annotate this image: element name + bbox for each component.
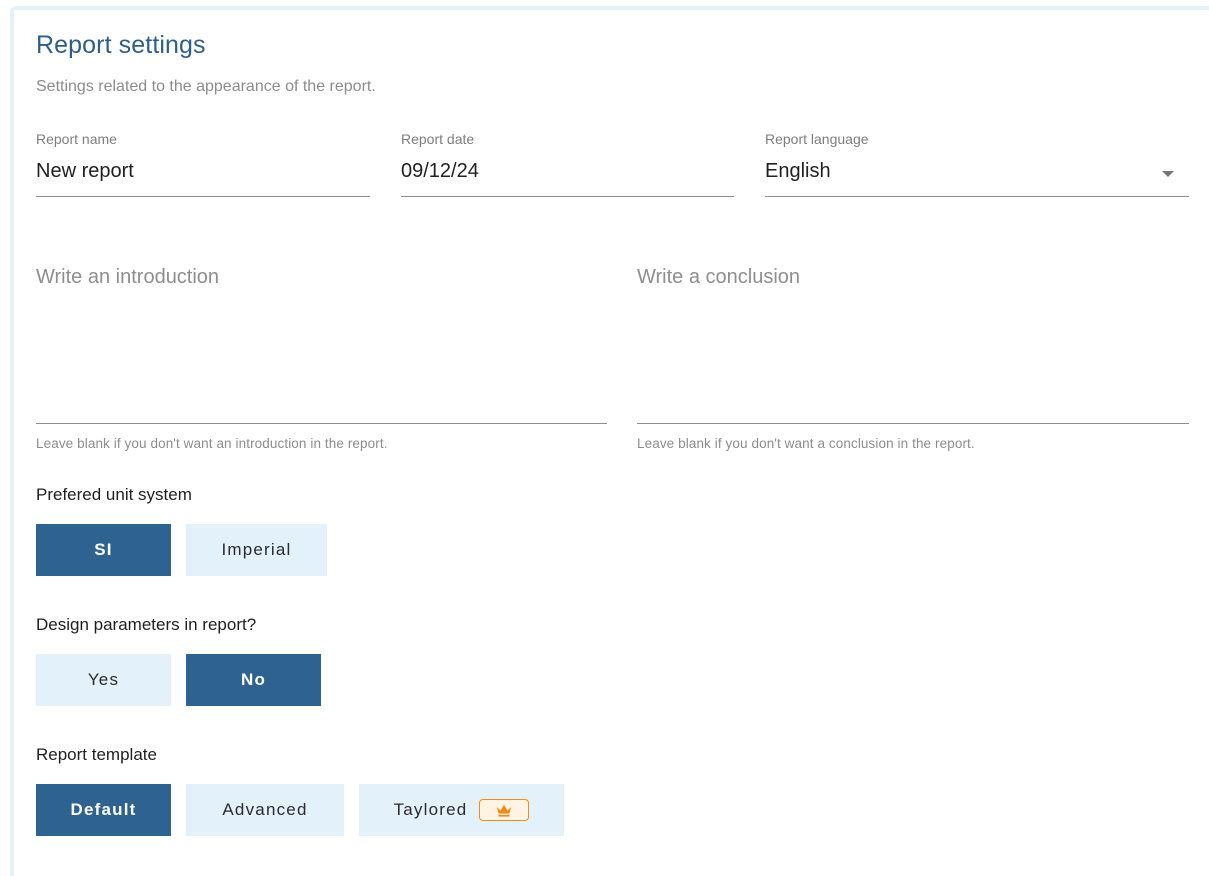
introduction-textarea[interactable]: Write an introduction	[36, 266, 219, 289]
page-title: Report settings	[36, 31, 206, 59]
report-template-label: Report template	[36, 745, 157, 764]
report-date-input[interactable]: 09/12/24	[401, 160, 479, 183]
report-date-underline	[401, 196, 734, 197]
introduction-hint: Leave blank if you don't want an introdu…	[36, 436, 388, 451]
report-date-label: Report date	[401, 131, 475, 147]
report-name-label: Report name	[36, 131, 117, 147]
design-params-yes-button[interactable]: Yes	[36, 654, 171, 706]
chevron-down-icon[interactable]	[1162, 171, 1174, 177]
template-taylored-button[interactable]: Taylored	[359, 784, 564, 836]
unit-si-button[interactable]: SI	[36, 524, 171, 576]
report-language-select[interactable]: English	[765, 160, 831, 183]
report-language-underline	[765, 196, 1189, 197]
page-subtitle: Settings related to the appearance of th…	[36, 78, 376, 95]
conclusion-hint: Leave blank if you don't want a conclusi…	[637, 436, 975, 451]
unit-system-label: Prefered unit system	[36, 485, 192, 504]
template-default-button[interactable]: Default	[36, 784, 171, 836]
template-taylored-label: Taylored	[393, 800, 468, 819]
introduction-underline	[36, 423, 607, 424]
conclusion-textarea[interactable]: Write a conclusion	[637, 266, 800, 289]
premium-badge	[479, 799, 530, 821]
report-language-label: Report language	[765, 131, 869, 147]
report-name-input[interactable]: New report	[36, 160, 134, 183]
template-advanced-button[interactable]: Advanced	[186, 784, 344, 836]
unit-imperial-button[interactable]: Imperial	[186, 524, 327, 576]
design-params-no-button[interactable]: No	[186, 654, 321, 706]
crown-icon	[497, 804, 512, 817]
design-parameters-label: Design parameters in report?	[36, 615, 257, 634]
report-name-underline	[36, 196, 370, 197]
conclusion-underline	[637, 423, 1189, 424]
